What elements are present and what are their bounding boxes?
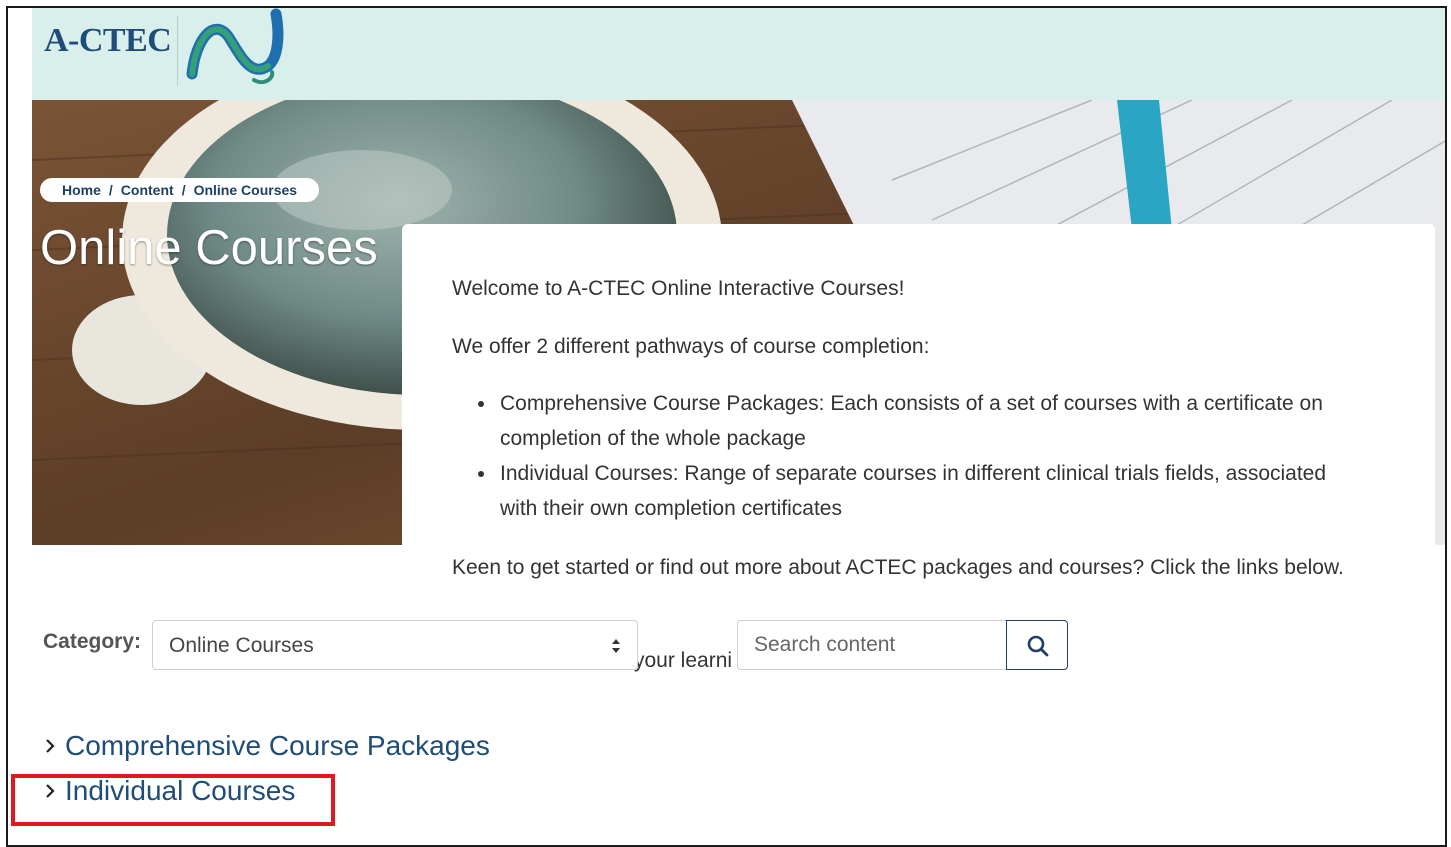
actec-wave-logo-icon[interactable] <box>184 8 284 92</box>
page-title: Online Courses <box>40 221 378 275</box>
breadcrumb-separator: / <box>181 182 186 198</box>
category-selected-value: Online Courses <box>169 634 314 657</box>
category-link-comprehensive-packages[interactable]: Comprehensive Course Packages <box>44 730 490 762</box>
breadcrumb-home[interactable]: Home <box>62 182 101 198</box>
breadcrumb-separator: / <box>108 182 113 198</box>
search-input[interactable] <box>737 620 1008 670</box>
category-select[interactable]: Online Courses <box>152 620 638 670</box>
logo-divider <box>177 16 178 86</box>
search-icon <box>1027 635 1049 657</box>
pathway-list: Comprehensive Course Packages: Each cons… <box>474 386 1354 526</box>
intro-welcome: Welcome to A-CTEC Online Interactive Cou… <box>452 277 905 300</box>
pathway-item-individual: Individual Courses: Range of separate co… <box>474 456 1354 526</box>
site-header: A-CTEC <box>32 8 1445 100</box>
intro-card: Welcome to A-CTEC Online Interactive Cou… <box>402 224 1435 624</box>
highlight-box <box>11 774 335 826</box>
breadcrumb: Home / Content / Online Courses <box>40 178 320 202</box>
intro-offer: We offer 2 different pathways of course … <box>452 335 930 358</box>
category-link-label: Comprehensive Course Packages <box>65 730 490 761</box>
site-logo-text[interactable]: A-CTEC <box>44 22 172 60</box>
page-frame: A-CTEC Home / Content / Online Courses O… <box>6 6 1447 847</box>
chevron-right-icon <box>46 739 55 753</box>
intro-keen: Keen to get started or find out more abo… <box>452 556 1344 579</box>
breadcrumb-content[interactable]: Content <box>121 182 174 198</box>
breadcrumb-online-courses[interactable]: Online Courses <box>194 182 297 198</box>
pathway-item-packages: Comprehensive Course Packages: Each cons… <box>474 386 1354 456</box>
select-arrows-icon <box>612 639 620 653</box>
category-label: Category: <box>43 630 142 653</box>
search-button[interactable] <box>1006 620 1068 670</box>
